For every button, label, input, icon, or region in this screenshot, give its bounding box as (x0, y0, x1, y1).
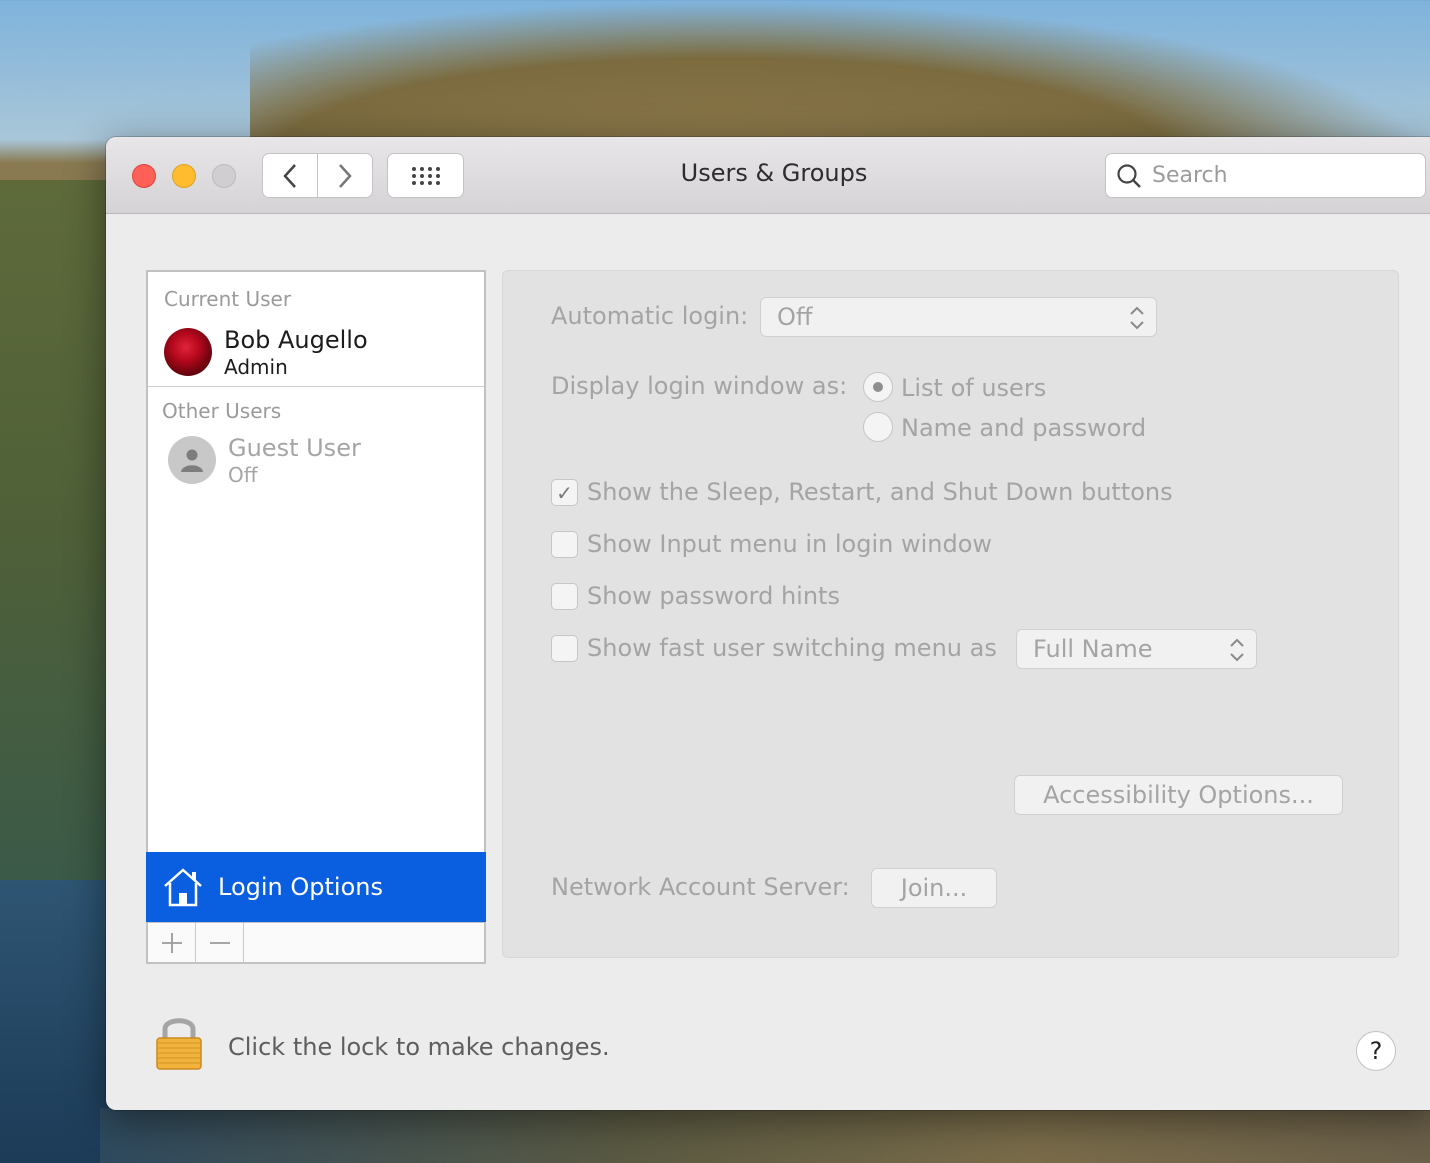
users-groups-window: Users & Groups Current User Bob Augello … (106, 137, 1430, 1110)
desktop-background-bottom (100, 1108, 1430, 1163)
lock-button[interactable] (154, 1013, 204, 1075)
current-user-name: Bob Augello (224, 326, 368, 354)
search-input[interactable] (1152, 163, 1402, 188)
updown-chevron-icon (1130, 306, 1144, 330)
checkbox-fast-switching-label: Show fast user switching menu as (587, 634, 997, 662)
search-field[interactable] (1105, 153, 1426, 198)
fast-switch-value: Full Name (1033, 635, 1153, 663)
automatic-login-popup[interactable]: Off (760, 297, 1157, 337)
desktop-background-sea (0, 880, 110, 1163)
search-icon (1117, 163, 1141, 188)
checkbox-fast-switching[interactable] (551, 635, 578, 662)
lock-message: Click the lock to make changes. (228, 1033, 610, 1061)
user-avatar (164, 328, 212, 377)
guest-user-name: Guest User (228, 434, 361, 462)
remove-user-button[interactable] (196, 923, 244, 962)
person-icon (181, 449, 203, 473)
login-options-item[interactable]: Login Options (146, 852, 486, 922)
plus-icon (161, 932, 182, 953)
checkbox-input-menu[interactable] (551, 531, 578, 558)
checkbox-password-hints[interactable] (551, 583, 578, 610)
title-bar: Users & Groups (106, 137, 1430, 214)
help-button[interactable]: ? (1356, 1031, 1396, 1071)
list-divider (148, 386, 484, 387)
checkbox-input-menu-label: Show Input menu in login window (587, 530, 993, 558)
automatic-login-label: Automatic login: (551, 302, 749, 330)
current-user-heading: Current User (164, 287, 292, 311)
desktop-background (250, 0, 1430, 160)
current-user-row[interactable]: Bob Augello Admin (164, 326, 368, 379)
display-login-label: Display login window as: (551, 372, 848, 400)
login-options-label: Login Options (218, 873, 383, 901)
other-users-heading: Other Users (162, 399, 282, 423)
house-icon (164, 868, 202, 907)
list-toolbar (146, 922, 486, 964)
radio-name-and-password[interactable] (863, 412, 893, 442)
checkbox-sleep-restart[interactable]: ✓ (551, 479, 578, 506)
current-user-role: Admin (224, 354, 288, 379)
desktop-background-left (0, 180, 120, 880)
radio-name-and-password-label: Name and password (901, 414, 1147, 442)
guest-avatar (168, 436, 216, 485)
join-button[interactable]: Join... (871, 868, 997, 908)
login-options-panel: Automatic login: Off Display login windo… (502, 270, 1399, 958)
updown-chevron-icon (1230, 638, 1244, 662)
fast-switch-popup[interactable]: Full Name (1016, 629, 1257, 669)
radio-list-of-users[interactable] (863, 372, 893, 402)
automatic-login-value: Off (777, 303, 813, 331)
accessibility-options-button[interactable]: Accessibility Options... (1014, 775, 1343, 815)
guest-user-status: Off (228, 462, 258, 487)
checkbox-password-hints-label: Show password hints (587, 582, 840, 610)
checkbox-sleep-restart-label: Show the Sleep, Restart, and Shut Down b… (587, 478, 1173, 506)
guest-user-row[interactable]: Guest User Off (168, 434, 361, 487)
add-user-button[interactable] (148, 923, 196, 962)
network-account-label: Network Account Server: (551, 873, 850, 901)
minus-icon (209, 941, 230, 944)
padlock-icon (156, 1018, 202, 1070)
radio-list-of-users-label: List of users (901, 374, 1047, 402)
